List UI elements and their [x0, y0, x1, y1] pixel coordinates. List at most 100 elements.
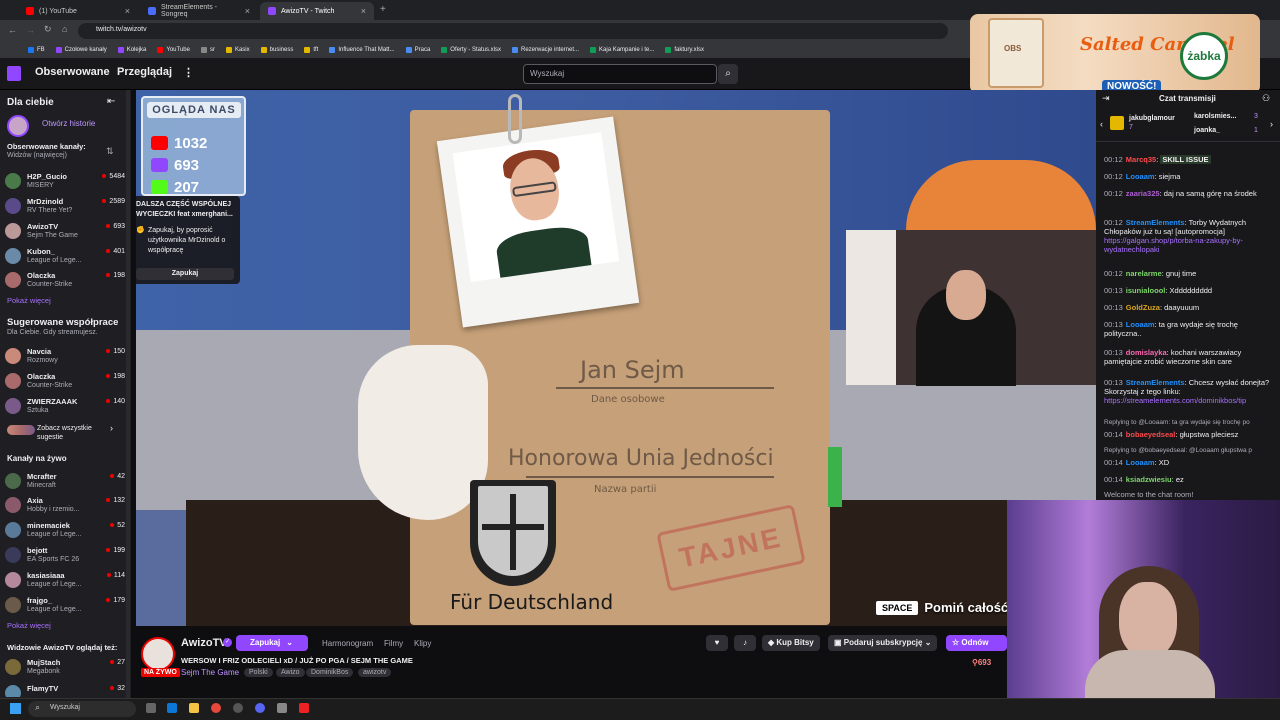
- buy-bits-button[interactable]: ◆ Kup Bitsy: [762, 635, 820, 651]
- show-more-link[interactable]: Pokaż więcej: [7, 621, 51, 630]
- sort-icon[interactable]: ⇅: [106, 146, 114, 157]
- space-key-label: SPACE: [876, 600, 919, 615]
- app-icon[interactable]: [299, 703, 309, 713]
- bookmark-item[interactable]: Kolejka: [117, 47, 146, 53]
- close-icon[interactable]: ×: [361, 6, 366, 16]
- more-icon[interactable]: ⋮: [183, 66, 194, 79]
- collapse-sidebar-icon[interactable]: ⇤: [107, 96, 115, 107]
- gift-sub-button[interactable]: ▣ Podaruj subskrypcję ⌄: [828, 635, 938, 651]
- avatar: [5, 373, 21, 389]
- sidebar-channel-mrdzinold[interactable]: MrDzinold RV There Yet? 2589: [5, 196, 125, 218]
- tab-clips[interactable]: Klipy: [414, 639, 431, 648]
- tab-label: (1) YouTube: [39, 7, 77, 15]
- sidebar-channel-olaczka-collab[interactable]: Olaczka Counter-Strike 198: [5, 371, 125, 393]
- bookmark-item[interactable]: faktury.xlsx: [665, 47, 704, 53]
- sidebar-channel-kasiasiaaa[interactable]: kasiasiaaa League of Lege... 114: [5, 570, 125, 592]
- home-icon[interactable]: ⌂: [62, 24, 67, 34]
- stream-category[interactable]: Sejm The Game: [181, 668, 239, 677]
- app-icon[interactable]: [277, 703, 287, 713]
- browser-tab-twitch[interactable]: AwizoTV - Twitch ×: [260, 2, 374, 20]
- forward-icon[interactable]: →: [26, 25, 35, 35]
- obs-icon[interactable]: [233, 703, 243, 713]
- sidebar-channel-h2p_gucio[interactable]: H2P_Gucio MISERY 5484: [5, 171, 125, 193]
- twitch-logo-icon[interactable]: [7, 66, 21, 81]
- show-more-link[interactable]: Pokaż więcej: [7, 296, 51, 305]
- browser-tab-youtube[interactable]: (1) YouTube ×: [18, 2, 138, 20]
- tag-chip[interactable]: awizotv: [358, 668, 392, 677]
- bookmark-item[interactable]: Oferty - Status.xlsx: [441, 47, 501, 53]
- nav-following[interactable]: Obserwowane: [35, 66, 110, 78]
- windows-start-icon[interactable]: [10, 703, 21, 714]
- close-icon[interactable]: ×: [125, 6, 130, 16]
- bookmark-item[interactable]: FB: [28, 47, 45, 53]
- sidebar-channel-mujstach[interactable]: MujStach Megabonk 27: [5, 657, 125, 679]
- avatar: [5, 522, 21, 538]
- sidebar-channel-bejott[interactable]: bejott EA Sports FC 26 199: [5, 545, 125, 567]
- bookmark-item[interactable]: Kasix: [225, 47, 250, 53]
- chevron-right-icon[interactable]: ›: [1270, 119, 1273, 129]
- channel-name[interactable]: AwizoTV: [181, 637, 227, 649]
- bookmark-item[interactable]: Praca: [405, 47, 430, 53]
- bookmark-item[interactable]: Influence That Matt...: [329, 47, 395, 53]
- sidebar-channel-kubon[interactable]: Kubon_ League of Lege... 401: [5, 246, 125, 268]
- nav-browse[interactable]: Przeglądaj: [117, 66, 172, 78]
- notification-bell-icon[interactable]: ♪: [734, 635, 756, 651]
- tab-videos[interactable]: Filmy: [384, 639, 403, 648]
- skip-prompt[interactable]: SPACE Pomiń całość: [876, 600, 1008, 615]
- tag-chip[interactable]: Polski: [244, 668, 273, 677]
- tag-chip[interactable]: DominikBos: [306, 668, 354, 677]
- browser-tab-streamelements[interactable]: StreamElements - Songreq ×: [140, 2, 258, 20]
- chat-link[interactable]: https://galgan.shop/p/torba-na-zakupy-by…: [1104, 236, 1243, 254]
- new-tab-button[interactable]: +: [380, 4, 386, 15]
- ad-banner[interactable]: OBS Salted Caramel żabka NOWOŚĆ!: [970, 14, 1260, 94]
- stories-avatar[interactable]: [7, 115, 29, 137]
- bookmark-item[interactable]: Rezerwacje internet...: [511, 47, 579, 53]
- file-explorer-icon[interactable]: [189, 703, 199, 713]
- sidebar-channel-minemaciek[interactable]: minemaciek League of Lege... 52: [5, 520, 125, 542]
- bookmark-item[interactable]: sr: [200, 47, 215, 53]
- knock-icon: ✊: [136, 227, 145, 234]
- close-icon[interactable]: ×: [245, 6, 250, 16]
- url-field[interactable]: twitch.tv/awizotv: [78, 23, 948, 39]
- sidebar-channel-awizotv[interactable]: AwizoTV Sejm The Game 693: [5, 221, 125, 243]
- knock-button[interactable]: Zapukaj ⌄: [236, 635, 308, 651]
- sidebar-channel-axia[interactable]: Axia Hobby i rzemio... 132: [5, 495, 125, 517]
- collapse-chat-icon[interactable]: ⇥: [1102, 93, 1110, 104]
- sidebar-channel-zwierzaaak[interactable]: ZWIERZAAAK Sztuka 140: [5, 396, 125, 418]
- follow-heart-icon[interactable]: ♥: [706, 635, 728, 651]
- bookmark-item[interactable]: Czołowe kanały: [55, 47, 107, 53]
- chrome-icon[interactable]: [211, 703, 221, 713]
- search-icon[interactable]: ⌕: [718, 64, 738, 84]
- see-all-suggestions[interactable]: Zobacz wszystkie sugestie ›: [7, 423, 127, 443]
- renew-sub-button[interactable]: ☆ Odnów: [946, 635, 1007, 651]
- tab-schedule[interactable]: Harmonogram: [322, 639, 373, 648]
- sidebar-channel-frajgo[interactable]: frajgo_ League of Lege... 179: [5, 595, 125, 617]
- bookmark-item[interactable]: business: [260, 47, 293, 53]
- chat-link[interactable]: https://streamelements.com/dominikbos/ti…: [1104, 396, 1246, 405]
- users-icon[interactable]: ⚇: [1262, 93, 1270, 104]
- sidebar-channel-olaczka[interactable]: Olaczka Counter-Strike 198: [5, 270, 125, 292]
- tag-chip[interactable]: Awizo: [276, 668, 305, 677]
- chevron-left-icon[interactable]: ‹: [1100, 119, 1103, 129]
- video-player[interactable]: Jan Sejm Dane osobowe Honorowa Unia Jedn…: [136, 90, 1096, 626]
- reload-icon[interactable]: ↻: [44, 24, 52, 35]
- chat-title: Czat transmisji: [1159, 94, 1216, 103]
- app-icon[interactable]: [167, 703, 177, 713]
- search-input[interactable]: Wyszukaj: [523, 64, 717, 84]
- sidebar-scrollbar[interactable]: [126, 90, 130, 698]
- bookmark-item[interactable]: YouTube: [157, 47, 190, 53]
- bookmark-item[interactable]: tft: [304, 47, 318, 53]
- discord-icon[interactable]: [255, 703, 265, 713]
- party-name-label: Nazwa partii: [594, 484, 657, 495]
- sidebar-channel-flamytv[interactable]: FlamyTV 32: [5, 683, 125, 697]
- channel-avatar[interactable]: [141, 637, 175, 671]
- sidebar-channel-mcrafter[interactable]: Mcrafter Minecraft 42: [5, 471, 125, 493]
- open-stories-link[interactable]: Otwórz historie: [42, 119, 95, 128]
- task-view-icon[interactable]: [146, 703, 156, 713]
- taskbar-search[interactable]: Wyszukaj: [28, 701, 136, 717]
- sidebar-channel-navcia[interactable]: Navcia Rozmowy 150: [5, 346, 125, 368]
- back-icon[interactable]: ←: [8, 25, 17, 35]
- bookmark-item[interactable]: Kaja Kampanie i te...: [590, 47, 654, 53]
- sheet-icon: [665, 47, 672, 53]
- knock-button[interactable]: Zapukaj: [136, 268, 234, 280]
